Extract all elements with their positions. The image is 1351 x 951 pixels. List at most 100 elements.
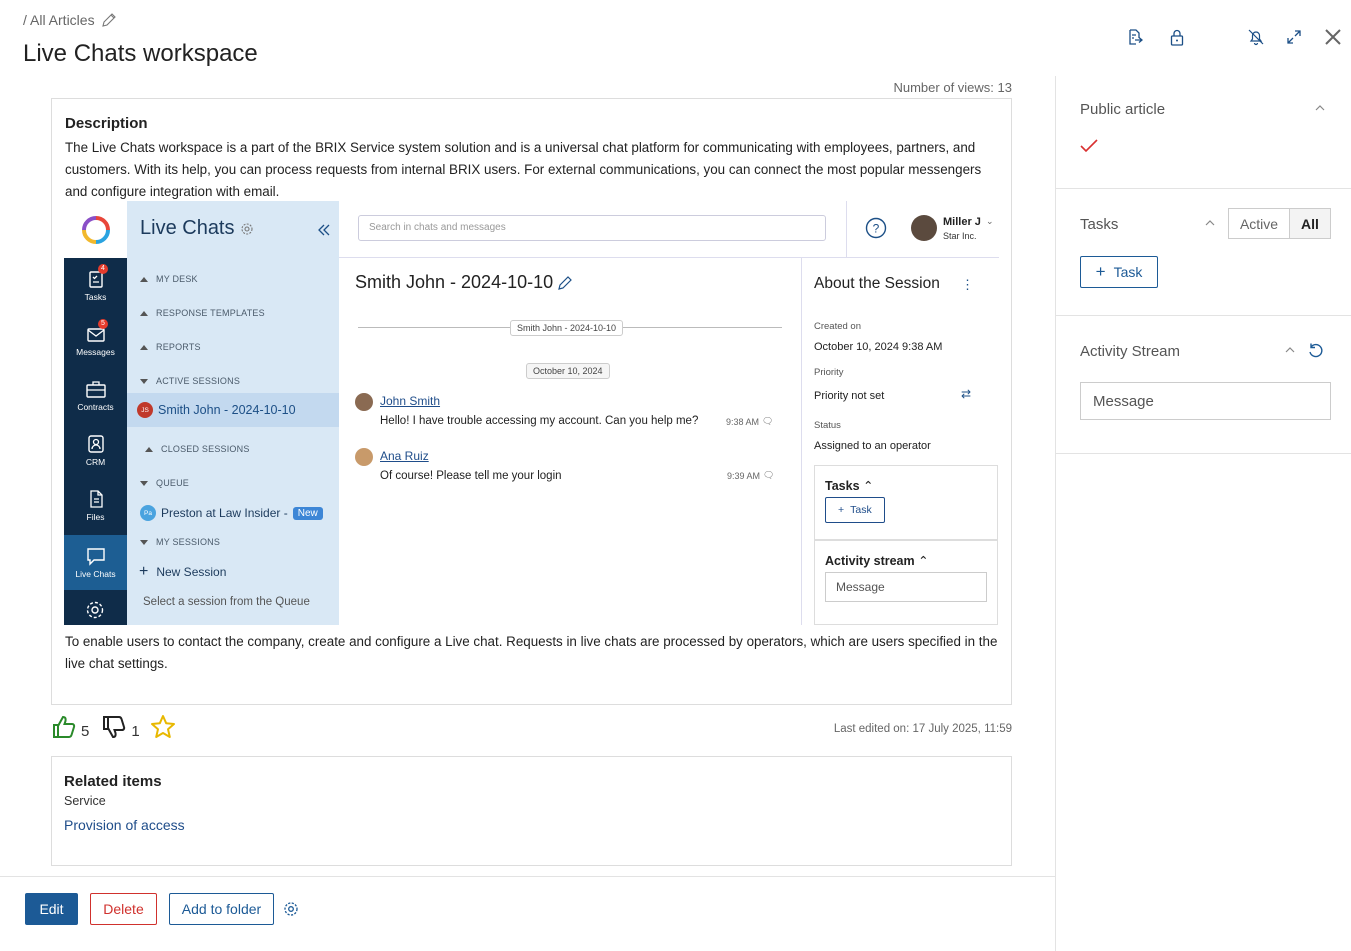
tasks-label[interactable]: Tasks ⌃ xyxy=(825,478,873,493)
tasks-badge: 4 xyxy=(98,264,108,274)
views-counter: Number of views: 13 xyxy=(893,80,1012,95)
related-heading: Related items xyxy=(64,773,162,790)
breadcrumb-link[interactable]: / All Articles xyxy=(23,12,95,28)
avatar: JS xyxy=(137,402,153,418)
message-author[interactable]: John Smith xyxy=(380,394,440,408)
plus-icon: + xyxy=(139,563,149,580)
message-input[interactable]: Message xyxy=(1080,382,1331,420)
chevron-up-icon: ⌃ xyxy=(918,554,929,568)
app-sidebar: 4 Tasks 5 Messages Contracts CRM Files L… xyxy=(64,201,127,625)
queue-item[interactable]: Pa Preston at Law Insider - New xyxy=(140,505,323,521)
sidebar-item-label: CRM xyxy=(85,457,106,467)
activity-label[interactable]: Activity stream ⌃ xyxy=(825,553,929,568)
status-value: Assigned to an operator xyxy=(814,440,931,452)
user-company: Star Inc. xyxy=(943,231,977,241)
add-to-folder-button[interactable]: Add to folder xyxy=(169,893,274,925)
chat-title: Smith John - 2024-10-10 xyxy=(355,272,573,293)
sidebar-item-label: Files xyxy=(86,512,105,522)
delete-button[interactable]: Delete xyxy=(90,893,157,925)
sidebar-item-crm[interactable]: CRM xyxy=(64,423,127,478)
message-input[interactable]: Message xyxy=(825,572,987,602)
section-my-desk[interactable]: MY DESK xyxy=(140,274,198,284)
priority-value: Priority not set xyxy=(814,390,885,402)
description-text: The Live Chats workspace is a part of th… xyxy=(65,140,982,199)
sidebar-item-label: Messages xyxy=(76,347,115,357)
activity-stream-label: Activity Stream xyxy=(1080,343,1181,360)
pencil-icon[interactable] xyxy=(557,275,573,291)
settings-gear-icon[interactable] xyxy=(283,901,299,917)
reply-icon: 🗨 xyxy=(763,470,775,480)
briefcase-icon xyxy=(85,381,106,398)
section-closed-sessions[interactable]: CLOSED SESSIONS xyxy=(145,444,250,454)
thumbs-down-icon[interactable] xyxy=(101,714,127,740)
section-queue[interactable]: QUEUE xyxy=(140,478,189,488)
sidebar-item-messages[interactable]: 5 Messages xyxy=(64,313,127,368)
refresh-icon[interactable] xyxy=(1307,342,1325,360)
collapse-panel-icon[interactable] xyxy=(317,223,331,237)
brix-logo xyxy=(64,201,127,258)
avatar xyxy=(355,393,373,411)
sidebar-item-tasks[interactable]: 4 Tasks xyxy=(64,258,127,313)
chevron-down-icon[interactable]: ⌄ xyxy=(986,216,994,227)
message-time: 9:38 AM 🗨 xyxy=(726,416,774,427)
public-article-label: Public article xyxy=(1080,101,1166,118)
star-icon[interactable] xyxy=(150,714,176,740)
edit-button[interactable]: Edit xyxy=(25,893,78,925)
date-pill: October 10, 2024 xyxy=(526,363,610,379)
search-input[interactable]: Search in chats and messages xyxy=(358,215,826,241)
sidebar-item-files[interactable]: Files xyxy=(64,478,127,533)
gear-icon[interactable] xyxy=(240,222,254,236)
pencil-icon[interactable] xyxy=(101,12,117,28)
sidebar-item-live-chats[interactable]: Live Chats xyxy=(64,535,127,590)
filter-active[interactable]: Active xyxy=(1229,209,1290,238)
chevron-up-icon[interactable] xyxy=(1204,218,1216,228)
avatar[interactable] xyxy=(911,215,937,241)
sidebar-item-label: Tasks xyxy=(84,292,107,302)
section-response-templates[interactable]: RESPONSE TEMPLATES xyxy=(140,308,265,318)
swap-icon[interactable]: ⇄ xyxy=(961,387,971,401)
thumbs-up-icon[interactable] xyxy=(51,714,77,740)
more-options-icon[interactable]: ⋮ xyxy=(961,277,974,293)
add-task-button[interactable]: + Task xyxy=(1080,256,1158,288)
user-name[interactable]: Miller J xyxy=(943,216,981,228)
created-label: Created on xyxy=(814,321,862,332)
help-icon[interactable]: ? xyxy=(865,217,887,239)
related-link[interactable]: Provision of access xyxy=(64,817,185,833)
embedded-screenshot: 4 Tasks 5 Messages Contracts CRM Files L… xyxy=(64,201,999,625)
message-author[interactable]: Ana Ruiz xyxy=(380,449,429,463)
chevron-up-icon[interactable] xyxy=(1314,103,1326,113)
chat-pane: Search in chats and messages ? Miller J … xyxy=(339,201,999,625)
section-my-sessions[interactable]: MY SESSIONS xyxy=(140,537,220,547)
section-reports[interactable]: REPORTS xyxy=(140,342,201,352)
likes-count: 5 xyxy=(81,723,90,740)
message-text: Hello! I have trouble accessing my accou… xyxy=(380,415,699,427)
message-text: Of course! Please tell me your login xyxy=(380,470,562,482)
status-label: Status xyxy=(814,420,841,431)
new-badge: New xyxy=(292,506,323,520)
dislikes-count: 1 xyxy=(131,723,140,740)
lock-icon[interactable] xyxy=(1166,26,1188,48)
bell-off-icon[interactable] xyxy=(1245,26,1267,48)
add-task-button[interactable]: + Task xyxy=(825,497,885,523)
section-active-sessions[interactable]: ACTIVE SESSIONS xyxy=(140,376,240,386)
task-filter: Active All xyxy=(1228,208,1331,239)
close-icon[interactable] xyxy=(1322,26,1344,48)
export-document-icon[interactable] xyxy=(1124,26,1146,48)
select-session-hint: Select a session from the Queue xyxy=(143,596,310,608)
sidebar-item-contracts[interactable]: Contracts xyxy=(64,368,127,423)
last-edited: Last edited on: 17 July 2025, 11:59 xyxy=(833,723,1012,735)
description-footer-text: To enable users to contact the company, … xyxy=(65,634,998,671)
check-icon xyxy=(1080,138,1098,154)
chevron-up-icon[interactable] xyxy=(1284,345,1296,355)
settings-gear-icon[interactable] xyxy=(84,599,106,621)
about-title: About the Session xyxy=(814,275,940,292)
new-session-button[interactable]: + New Session xyxy=(139,563,226,580)
expand-icon[interactable] xyxy=(1283,26,1305,48)
filter-all[interactable]: All xyxy=(1290,209,1330,238)
plus-icon: + xyxy=(838,504,845,516)
right-panel: Public article Tasks Active All + Task Ac… xyxy=(1055,76,1351,951)
messages-badge: 5 xyxy=(98,319,108,329)
activity-box: Activity stream ⌃ Message xyxy=(814,540,998,625)
active-session-item[interactable]: JS Smith John - 2024-10-10 xyxy=(127,393,339,427)
tasks-label: Tasks xyxy=(1080,216,1119,233)
